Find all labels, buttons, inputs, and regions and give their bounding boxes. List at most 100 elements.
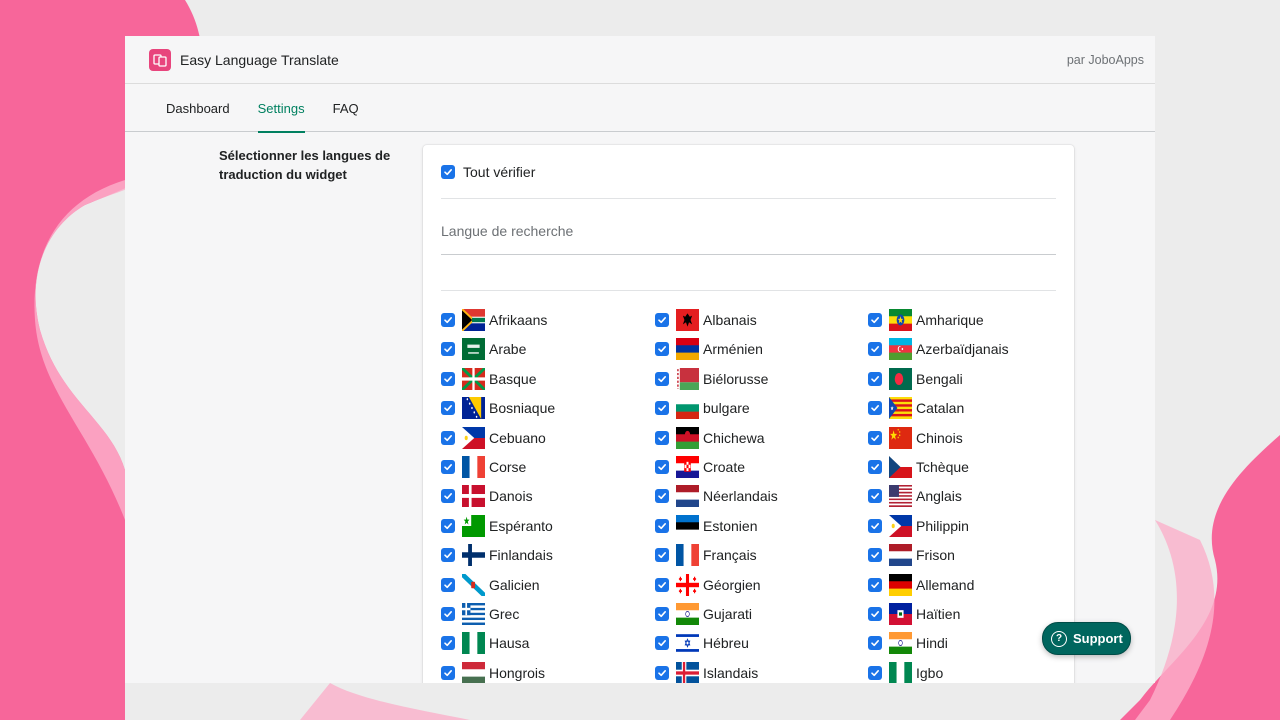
language-checkbox[interactable] (655, 313, 669, 327)
checkmark-icon (658, 552, 666, 559)
language-checkbox[interactable] (655, 430, 669, 445)
language-checkbox[interactable] (441, 313, 455, 327)
language-checkbox[interactable] (868, 313, 882, 327)
language-checkbox[interactable] (441, 371, 455, 386)
language-checkbox[interactable] (868, 459, 882, 474)
language-checkbox[interactable] (868, 518, 882, 533)
checkmark-icon (871, 610, 879, 618)
language-checkbox[interactable] (441, 489, 455, 504)
language-option[interactable]: Arabe (441, 337, 655, 361)
tab-faq[interactable]: FAQ (322, 84, 370, 132)
language-checkbox[interactable] (868, 548, 882, 563)
language-name: Haïtien (916, 605, 961, 622)
language-option[interactable]: Bosniaque (441, 396, 655, 420)
language-option[interactable]: bulgare (655, 396, 868, 420)
language-option[interactable]: Igbo (868, 661, 1048, 683)
language-option[interactable]: Hausa (441, 631, 655, 655)
language-name: Cebuano (489, 429, 546, 446)
language-option[interactable]: Afrikaans (441, 308, 655, 332)
language-option[interactable]: Tchèque (868, 455, 1048, 479)
flag-icon (462, 397, 485, 420)
language-checkbox[interactable] (441, 342, 455, 357)
language-option[interactable]: Géorgien (655, 573, 868, 597)
language-option[interactable]: Azerbaïdjanais (868, 337, 1048, 361)
language-option[interactable]: Finlandais (441, 543, 655, 567)
language-option[interactable]: Danois (441, 484, 655, 508)
language-checkbox[interactable] (868, 371, 882, 386)
flag-icon (889, 632, 912, 655)
language-option[interactable]: Cebuano (441, 426, 655, 450)
language-option[interactable]: Biélorusse (655, 367, 868, 391)
divider (441, 255, 1056, 291)
language-option[interactable]: Croate (655, 455, 868, 479)
language-option[interactable]: Chichewa (655, 426, 868, 450)
language-checkbox[interactable] (655, 665, 669, 680)
language-checkbox[interactable] (655, 371, 669, 386)
language-checkbox[interactable] (441, 606, 455, 621)
language-option[interactable]: Islandais (655, 661, 868, 683)
language-option[interactable]: Hindi (868, 631, 1048, 655)
language-checkbox[interactable] (655, 342, 669, 357)
language-checkbox[interactable] (868, 430, 882, 445)
language-checkbox[interactable] (868, 577, 882, 592)
language-option[interactable]: Albanais (655, 308, 868, 332)
language-checkbox[interactable] (655, 606, 669, 621)
language-checkbox[interactable] (441, 459, 455, 474)
language-checkbox[interactable] (441, 401, 455, 416)
language-name: Espéranto (489, 517, 553, 534)
language-option[interactable]: Arménien (655, 337, 868, 361)
language-checkbox[interactable] (655, 548, 669, 563)
language-checkbox[interactable] (868, 665, 882, 680)
language-checkbox[interactable] (655, 401, 669, 416)
language-option[interactable]: Catalan (868, 396, 1048, 420)
language-checkbox[interactable] (655, 577, 669, 592)
language-checkbox[interactable] (655, 489, 669, 504)
language-option[interactable]: Frison (868, 543, 1048, 567)
language-search-input[interactable] (441, 223, 1056, 239)
language-option[interactable]: Amharique (868, 308, 1048, 332)
language-option[interactable]: Hongrois (441, 661, 655, 683)
language-checkbox[interactable] (868, 401, 882, 416)
language-checkbox[interactable] (441, 577, 455, 592)
language-option[interactable]: Grec (441, 602, 655, 626)
language-name: Chichewa (703, 429, 765, 446)
language-checkbox[interactable] (868, 342, 882, 357)
checkmark-icon (444, 640, 452, 647)
language-option[interactable]: Hébreu (655, 631, 868, 655)
flag-icon (462, 309, 485, 331)
language-checkbox[interactable] (868, 636, 882, 651)
language-option[interactable]: Anglais (868, 484, 1048, 508)
language-option[interactable]: Philippin (868, 514, 1048, 538)
language-checkbox[interactable] (441, 636, 455, 651)
check-all-checkbox[interactable] (441, 164, 455, 179)
tab-dashboard[interactable]: Dashboard (155, 84, 241, 132)
language-option[interactable]: Basque (441, 367, 655, 391)
language-checkbox[interactable] (441, 518, 455, 533)
flag-icon (676, 573, 699, 596)
language-checkbox[interactable] (655, 636, 669, 651)
language-checkbox[interactable] (868, 606, 882, 621)
language-option[interactable]: Galicien (441, 573, 655, 597)
language-option[interactable]: Corse (441, 455, 655, 479)
language-checkbox[interactable] (655, 459, 669, 474)
language-option[interactable]: Chinois (868, 426, 1048, 450)
language-checkbox[interactable] (441, 665, 455, 680)
language-option[interactable]: Allemand (868, 573, 1048, 597)
language-option[interactable]: Estonien (655, 514, 868, 538)
language-option[interactable]: Néerlandais (655, 484, 868, 508)
language-checkbox[interactable] (441, 430, 455, 445)
language-checkbox[interactable] (868, 489, 882, 504)
check-all-row[interactable]: Tout vérifier (441, 145, 1056, 199)
flag-icon (889, 367, 912, 390)
language-option[interactable]: Bengali (868, 367, 1048, 391)
language-option[interactable]: Gujarati (655, 602, 868, 626)
language-option[interactable]: Espéranto (441, 514, 655, 538)
language-name: Amharique (916, 312, 984, 328)
language-checkbox[interactable] (441, 548, 455, 563)
language-name: Tchèque (916, 458, 969, 475)
language-option[interactable]: Français (655, 543, 868, 567)
language-checkbox[interactable] (655, 518, 669, 533)
tab-settings[interactable]: Settings (247, 84, 316, 133)
language-option[interactable]: Haïtien (868, 602, 1048, 626)
support-button[interactable]: ? Support (1042, 622, 1131, 655)
